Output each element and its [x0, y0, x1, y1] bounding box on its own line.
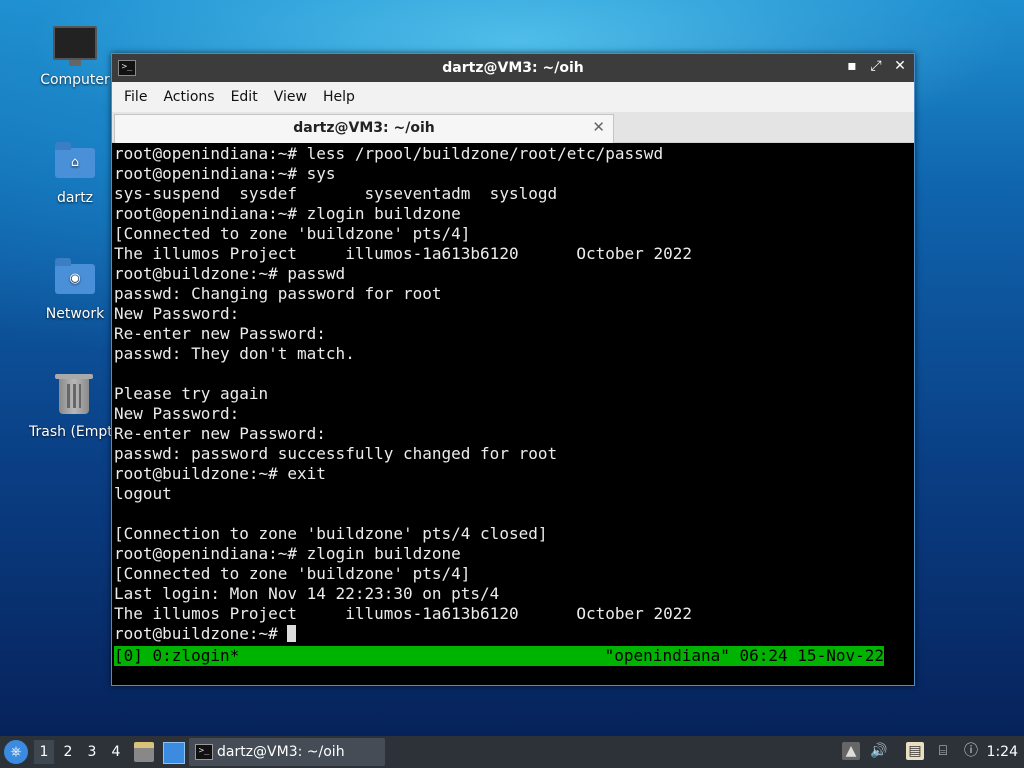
menu-file[interactable]: File — [116, 89, 155, 105]
show-desktop-icon[interactable] — [163, 742, 185, 764]
taskbar-item-label: dartz@VM3: ~/oih — [217, 744, 345, 760]
desktop-icon-label: Computer — [40, 72, 110, 88]
start-menu-button[interactable]: ⎈ — [4, 740, 28, 764]
tmux-status-bar: [0] 0:zlogin* "openindiana" 06:24 15-Nov… — [114, 646, 884, 666]
terminal-line: root@openindiana:~# less /rpool/buildzon… — [114, 144, 664, 163]
tab-label: dartz@VM3: ~/oih — [293, 120, 435, 136]
taskbar: ⎈ 1 2 3 4 >_ dartz@VM3: ~/oih ▲ 🔊 ▤ ⌸ ⓘ … — [0, 736, 1024, 768]
terminal-line: passwd: Changing password for root — [114, 284, 442, 303]
desktop-icon-label: Network — [45, 306, 105, 322]
terminal-prompt-line: root@buildzone:~# — [114, 624, 910, 644]
terminal-line: The illumos Project illumos-1a613b6120 O… — [114, 244, 692, 263]
menubar: File Actions Edit View Help — [112, 82, 914, 112]
tab-terminal[interactable]: dartz@VM3: ~/oih ✕ — [114, 114, 614, 143]
tab-bar: dartz@VM3: ~/oih ✕ — [112, 112, 914, 143]
terminal-line: [Connected to zone 'buildzone' pts/4] — [114, 224, 471, 243]
workspace-1[interactable]: 1 — [34, 740, 54, 764]
notification-icon[interactable]: ⓘ — [962, 742, 980, 760]
workspace-3[interactable]: 3 — [82, 744, 102, 760]
window-titlebar[interactable]: >_ dartz@VM3: ~/oih ▪ ⤢ ✕ — [112, 54, 914, 82]
terminal-line: Please try again — [114, 384, 269, 403]
trash-icon — [53, 374, 97, 418]
terminal-line: root@buildzone:~# passwd — [114, 264, 346, 283]
window-title: dartz@VM3: ~/oih — [442, 60, 584, 76]
terminal-window: >_ dartz@VM3: ~/oih ▪ ⤢ ✕ File Actions E… — [111, 53, 915, 686]
terminal-line: passwd: They don't match. — [114, 344, 355, 363]
minimize-button[interactable]: ▪ — [844, 58, 860, 74]
terminal-line: Re-enter new Password: — [114, 424, 326, 443]
workspace-4[interactable]: 4 — [106, 744, 126, 760]
terminal-line: The illumos Project illumos-1a613b6120 O… — [114, 604, 692, 623]
taskbar-item-terminal[interactable]: >_ dartz@VM3: ~/oih — [189, 738, 385, 766]
terminal-line: New Password: — [114, 304, 240, 323]
text-cursor — [287, 625, 297, 642]
terminal-line: root@openindiana:~# zlogin buildzone — [114, 204, 461, 223]
terminal-output[interactable]: root@openindiana:~# less /rpool/buildzon… — [114, 144, 910, 684]
clock[interactable]: 1:24 — [987, 744, 1018, 760]
terminal-line: root@buildzone:~# exit — [114, 464, 326, 483]
terminal-line: New Password: — [114, 404, 240, 423]
tmux-window-list: [0] 0:zlogin* — [114, 646, 240, 665]
terminal-line: sys-suspend sysdef syseventadm syslogd — [114, 184, 558, 203]
network-folder-icon: ◉ — [53, 256, 97, 300]
computer-icon — [53, 22, 97, 66]
desktop-icon-home-folder[interactable]: ⌂ dartz — [29, 140, 121, 206]
terminal-line: root@openindiana:~# zlogin buildzone — [114, 544, 461, 563]
upload-icon[interactable]: ▲ — [842, 742, 860, 760]
workspace-2[interactable]: 2 — [58, 744, 78, 760]
desktop-icon-computer[interactable]: Computer — [29, 22, 121, 88]
menu-help[interactable]: Help — [315, 89, 363, 105]
menu-view[interactable]: View — [266, 89, 315, 105]
terminal-line: logout — [114, 484, 172, 503]
maximize-button[interactable]: ⤢ — [868, 58, 884, 74]
terminal-line: [Connection to zone 'buildzone' pts/4 cl… — [114, 524, 548, 543]
terminal-icon: >_ — [195, 744, 213, 760]
menu-actions[interactable]: Actions — [155, 89, 222, 105]
terminal-line: Last login: Mon Nov 14 22:23:30 on pts/4 — [114, 584, 500, 603]
terminal-prompt: root@buildzone:~# — [114, 624, 288, 643]
tmux-status-right: "openindiana" 06:24 15-Nov-22 — [604, 646, 884, 665]
network-icon[interactable]: ⌸ — [934, 742, 952, 760]
desktop-icon-network[interactable]: ◉ Network — [29, 256, 121, 322]
terminal-line: root@openindiana:~# sys — [114, 164, 336, 183]
terminal-line: [Connected to zone 'buildzone' pts/4] — [114, 564, 471, 583]
terminal-line: passwd: password successfully changed fo… — [114, 444, 558, 463]
file-manager-icon[interactable] — [134, 742, 154, 762]
close-button[interactable]: ✕ — [892, 58, 908, 74]
terminal-line: Re-enter new Password: — [114, 324, 326, 343]
menu-edit[interactable]: Edit — [223, 89, 266, 105]
desktop-icon-label: dartz — [56, 190, 94, 206]
home-folder-icon: ⌂ — [53, 140, 97, 184]
tab-close-icon[interactable]: ✕ — [592, 118, 605, 136]
volume-icon[interactable]: 🔊 — [870, 742, 888, 760]
clipboard-icon[interactable]: ▤ — [906, 742, 924, 760]
